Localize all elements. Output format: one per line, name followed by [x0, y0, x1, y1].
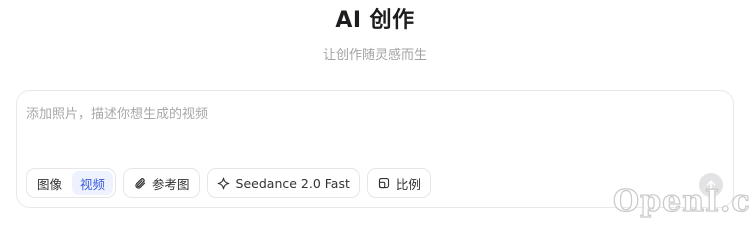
mode-video-button[interactable]: 视频	[72, 171, 114, 195]
aspect-ratio-button[interactable]: 比例	[366, 168, 431, 198]
page: AI 创作 让创作随灵感而生 图像 视频 参考图	[0, 0, 750, 222]
model-label: Seedance 2.0 Fast	[235, 175, 350, 191]
model-select-button[interactable]: Seedance 2.0 Fast	[206, 168, 360, 198]
reference-image-label: 参考图	[152, 176, 190, 192]
mode-image-button[interactable]: 图像	[29, 171, 70, 195]
aspect-ratio-label: 比例	[395, 176, 421, 192]
prompt-input[interactable]	[26, 103, 716, 125]
paperclip-icon	[133, 176, 147, 190]
svg-text:OpenI.cn: OpenI.cn	[613, 184, 750, 219]
sparkle-icon	[217, 176, 231, 190]
mode-toggle: 图像 视频	[26, 168, 117, 198]
aspect-ratio-icon	[377, 176, 391, 190]
page-title: AI 创作	[335, 8, 415, 33]
watermark: OpenI.cn	[611, 181, 750, 221]
composer-toolbar: 图像 视频 参考图 Seedance 2.0 Fast 比例	[26, 167, 431, 199]
reference-image-button[interactable]: 参考图	[123, 168, 200, 198]
page-subtitle: 让创作随灵感而生	[322, 48, 427, 63]
